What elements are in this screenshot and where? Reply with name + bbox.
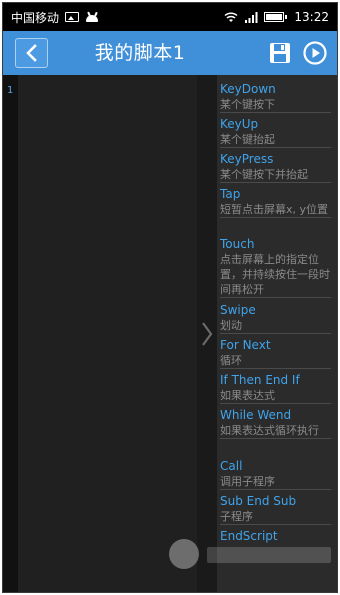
command-name: Call: [220, 459, 243, 473]
android-notification-icon: [85, 11, 99, 22]
command-name: Touch: [220, 237, 255, 251]
command-name: Sub End Sub: [220, 494, 297, 508]
command-desc: 某个键按下: [220, 98, 275, 111]
command-name: KeyUp: [220, 117, 259, 131]
command-item-endscript[interactable]: EndScript: [220, 528, 331, 544]
command-desc: 调用子程序: [220, 475, 275, 488]
command-desc: 某个键抬起: [220, 133, 275, 146]
command-desc: 短暂点击屏幕x, y位置: [220, 203, 329, 216]
chevron-left-icon: [25, 44, 37, 62]
chevron-right-icon: [202, 322, 213, 346]
command-item-while-wend[interactable]: While Wend 如果表达式循环执行: [220, 407, 331, 439]
command-desc: 如果表达式: [220, 389, 275, 402]
phone-screen: 中国移动 13:22 我的脚本1 1 KeyDown 某个键按下 KeyUp 某…: [2, 2, 338, 593]
command-name: If Then End If: [220, 373, 300, 387]
command-desc: 点击屏幕上的指定位置，并持续按住一段时间再松开: [220, 253, 330, 296]
save-button[interactable]: [269, 42, 291, 64]
command-item-touch[interactable]: Touch 点击屏幕上的指定位置，并持续按住一段时间再松开: [220, 236, 331, 298]
command-panel: KeyDown 某个键按下 KeyUp 某个键抬起 KeyPress 某个键按下…: [217, 75, 337, 592]
battery-icon: [264, 12, 288, 22]
command-item-keydown[interactable]: KeyDown 某个键按下: [220, 81, 331, 113]
command-desc: 循环: [220, 354, 242, 367]
play-circle-icon: [303, 41, 327, 65]
command-desc: 某个键按下并抬起: [220, 168, 308, 181]
title-bar: 我的脚本1: [3, 31, 337, 75]
command-name: For Next: [220, 338, 271, 352]
command-desc: 划动: [220, 319, 242, 332]
run-button[interactable]: [303, 41, 327, 65]
command-item-call[interactable]: Call 调用子程序: [220, 458, 331, 490]
signal-icon: [245, 11, 258, 23]
command-item-keypress[interactable]: KeyPress 某个键按下并抬起: [220, 151, 331, 183]
status-bar: 中国移动 13:22: [3, 3, 337, 31]
command-desc: 子程序: [220, 510, 253, 523]
command-name: Tap: [220, 187, 241, 201]
wifi-icon: [224, 11, 238, 22]
command-name: Swipe: [220, 303, 256, 317]
line-number: 1: [7, 85, 14, 96]
command-item-keyup[interactable]: KeyUp 某个键抬起: [220, 116, 331, 148]
command-name: KeyPress: [220, 152, 274, 166]
panel-toggle-handle[interactable]: [197, 75, 217, 592]
command-item-sub-end-sub[interactable]: Sub End Sub 子程序: [220, 493, 331, 525]
command-item-if-then[interactable]: If Then End If 如果表达式: [220, 372, 331, 404]
carrier-label: 中国移动: [11, 10, 60, 25]
page-title: 我的脚本1: [94, 42, 186, 64]
command-item-swipe[interactable]: Swipe 划动: [220, 302, 331, 334]
clock: 13:22: [294, 10, 329, 24]
command-name: EndScript: [220, 529, 278, 543]
command-name: KeyDown: [220, 82, 276, 96]
back-button[interactable]: [15, 38, 48, 68]
command-item-tap[interactable]: Tap 短暂点击屏幕x, y位置: [220, 186, 331, 218]
save-icon: [270, 43, 290, 63]
command-name: While Wend: [220, 408, 292, 422]
command-desc: 如果表达式循环执行: [220, 424, 319, 437]
code-input-area[interactable]: [18, 75, 197, 592]
line-number-gutter: 1: [3, 75, 18, 592]
command-item-for-next[interactable]: For Next 循环: [220, 337, 331, 369]
script-editor[interactable]: 1: [3, 75, 197, 592]
image-notification-icon: [65, 12, 80, 22]
